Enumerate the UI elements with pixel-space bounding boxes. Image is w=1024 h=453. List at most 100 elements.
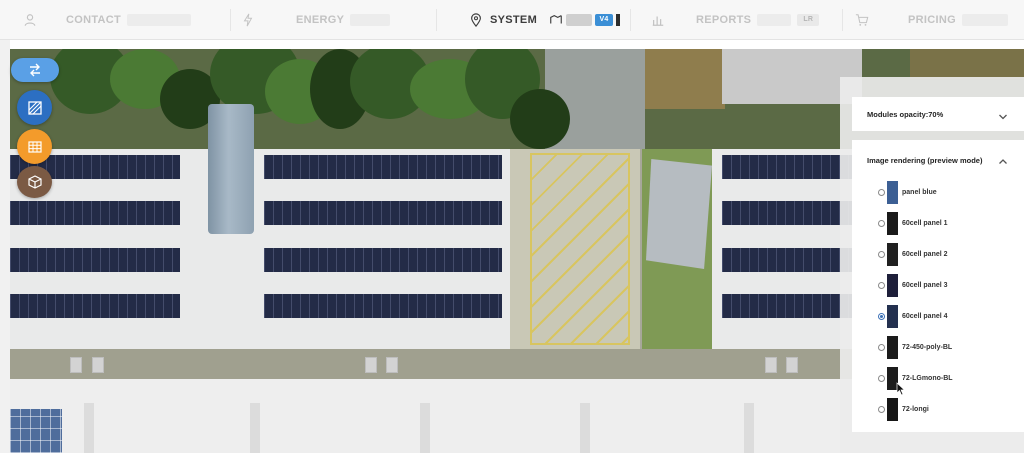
radio-button[interactable] <box>878 220 885 227</box>
app-root: CONTACT ENERGY SYSTEM V4 REPORTS LR PRIC… <box>0 0 1024 453</box>
nav-energy-field <box>350 14 391 26</box>
rendering-option-label: 60cell panel 2 <box>902 251 948 258</box>
radio-button[interactable] <box>878 313 885 320</box>
modules-opacity-section[interactable]: Modules opacity:70% <box>852 97 1024 131</box>
radio-button[interactable] <box>878 344 885 351</box>
solar-panel-row[interactable] <box>264 294 502 318</box>
window-glass <box>10 409 62 453</box>
map-border <box>0 40 10 453</box>
panel-swatch <box>887 274 898 297</box>
solar-panel-row[interactable] <box>264 201 502 225</box>
shade-sail <box>646 159 712 269</box>
nav-divider <box>436 9 437 31</box>
nav-reports-label: REPORTS <box>696 14 752 26</box>
chevron-down-icon[interactable] <box>998 109 1008 120</box>
render-settings-panel: Modules opacity:70% Image rendering (pre… <box>840 77 1024 453</box>
nav-system[interactable]: SYSTEM V4 <box>468 0 621 40</box>
bar-chart-icon <box>650 12 666 28</box>
radio-button[interactable] <box>878 251 885 258</box>
panel-grid-button[interactable] <box>17 129 52 164</box>
roof-vent <box>786 357 798 373</box>
roof-column <box>744 403 754 453</box>
top-navigation: CONTACT ENERGY SYSTEM V4 REPORTS LR PRIC… <box>0 0 1024 40</box>
panel-swatch <box>887 212 898 235</box>
roof-vent <box>365 357 377 373</box>
grid-icon <box>27 139 43 155</box>
roof-vent <box>386 357 398 373</box>
rendering-option-label: 72-LGmono-BL <box>902 375 953 382</box>
nav-pricing-label: PRICING <box>908 14 956 26</box>
roof-column <box>250 403 260 453</box>
panel-swatch <box>887 181 898 204</box>
roof-column <box>420 403 430 453</box>
rendering-option-label: 60cell panel 3 <box>902 282 948 289</box>
nav-contact-field <box>127 14 192 26</box>
modules-opacity-title: Modules opacity:70% <box>867 110 944 119</box>
user-icon <box>22 12 38 28</box>
hatch-tool-button[interactable] <box>17 90 52 125</box>
roof-vent <box>92 357 104 373</box>
version-toggle-handle <box>616 14 621 26</box>
nav-pricing-field <box>961 14 1008 26</box>
roof-vent <box>70 357 82 373</box>
solar-panel-row[interactable] <box>264 248 502 272</box>
nav-divider <box>842 9 843 31</box>
cart-icon <box>854 12 870 28</box>
cylindrical-tank <box>208 104 254 234</box>
layers-toggle-button[interactable] <box>11 58 59 82</box>
panel-swatch <box>887 336 898 359</box>
version-toggle-off[interactable] <box>566 14 593 26</box>
nav-reports-badge[interactable]: LR <box>797 14 820 26</box>
roof-column <box>84 403 94 453</box>
nav-divider <box>230 9 231 31</box>
radio-button[interactable] <box>878 406 885 413</box>
panel-swatch <box>887 398 898 421</box>
image-rendering-title: Image rendering (preview mode) <box>867 156 983 165</box>
hatched-parking-zone <box>530 153 630 345</box>
swap-icon <box>27 62 43 78</box>
solar-panel-row[interactable] <box>264 155 502 179</box>
dirt-area <box>645 49 725 109</box>
nav-pricing[interactable]: PRICING <box>854 0 1008 40</box>
panels-icon <box>549 13 563 27</box>
radio-button[interactable] <box>878 375 885 382</box>
panel-swatch <box>887 243 898 266</box>
roof-column <box>580 403 590 453</box>
nav-divider <box>630 9 631 31</box>
rendering-option-label: 72-450-poly-BL <box>902 344 953 351</box>
solar-panel-row[interactable] <box>10 201 180 225</box>
nav-contact-label: CONTACT <box>66 14 122 26</box>
solar-panel-row[interactable] <box>722 155 852 179</box>
nav-contact[interactable]: CONTACT <box>22 0 192 40</box>
roof-vent <box>765 357 777 373</box>
nav-energy[interactable]: ENERGY <box>240 0 391 40</box>
rendering-option-label: 60cell panel 4 <box>902 313 948 320</box>
radio-button[interactable] <box>878 189 885 196</box>
chevron-up-icon[interactable] <box>998 154 1008 164</box>
bolt-icon <box>240 12 256 28</box>
solar-panel-row[interactable] <box>10 248 180 272</box>
nav-reports-field <box>757 14 792 26</box>
mouse-cursor-icon <box>896 382 906 396</box>
ground-area <box>910 49 1024 79</box>
rendering-option-label: 72-longi <box>902 406 929 413</box>
3d-box-button[interactable] <box>17 166 52 198</box>
nav-energy-label: ENERGY <box>296 14 345 26</box>
solar-panel-row[interactable] <box>10 294 180 318</box>
cube-icon <box>27 174 43 190</box>
nav-system-label: SYSTEM <box>490 14 538 26</box>
version-toggle[interactable]: V4 <box>549 13 621 27</box>
rendering-option-label: panel blue <box>902 189 937 196</box>
solar-panel-row[interactable] <box>722 201 852 225</box>
image-rendering-section: Image rendering (preview mode) panel blu… <box>852 140 1024 432</box>
radio-button[interactable] <box>878 282 885 289</box>
solar-panel-row[interactable] <box>722 248 852 272</box>
nav-reports[interactable]: REPORTS LR <box>650 0 820 40</box>
tree <box>510 89 570 149</box>
map-pin-icon <box>468 12 484 28</box>
solar-panel-row[interactable] <box>722 294 852 318</box>
version-toggle-on[interactable]: V4 <box>595 14 614 26</box>
hatch-icon <box>27 100 43 116</box>
rendering-option-label: 60cell panel 1 <box>902 220 948 227</box>
panel-swatch <box>887 305 898 328</box>
